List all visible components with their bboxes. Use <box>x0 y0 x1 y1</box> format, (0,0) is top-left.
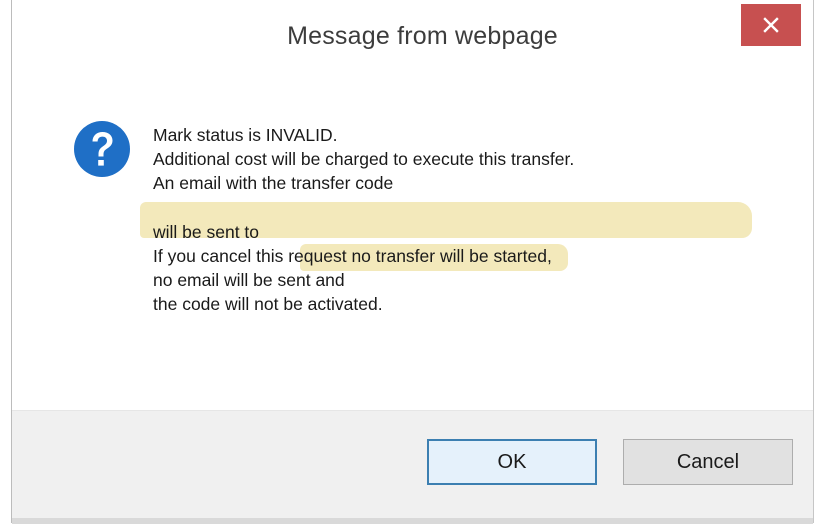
message-text: Mark status is INVALID. Additional cost … <box>153 123 574 317</box>
message-line: no email will be sent and <box>153 270 345 291</box>
dialog-title: Message from webpage <box>287 22 558 50</box>
dialog-frame: Message from webpage Mark status is INVA… <box>11 0 814 524</box>
message-line <box>153 196 574 220</box>
question-icon <box>74 121 130 177</box>
message-line: Additional cost will be charged to execu… <box>153 149 575 170</box>
message-line: will be sent to <box>153 221 260 242</box>
message-line: If you cancel this request no transfer w… <box>153 245 552 266</box>
dialog-bottom-border <box>12 518 813 524</box>
message-line: Mark status is INVALID. <box>153 125 338 145</box>
close-button[interactable] <box>741 4 801 46</box>
message-dialog: Message from webpage Mark status is INVA… <box>0 0 814 524</box>
message-line: An email with the transfer code <box>153 173 394 194</box>
button-bar: OK Cancel <box>12 410 813 524</box>
ok-button[interactable]: OK <box>427 439 597 485</box>
message-line: the code will not be activated. <box>153 294 383 315</box>
close-icon <box>763 17 779 33</box>
dialog-content: Mark status is INVALID. Additional cost … <box>12 76 813 410</box>
title-bar[interactable]: Message from webpage <box>12 0 813 76</box>
cancel-button[interactable]: Cancel <box>623 439 793 485</box>
